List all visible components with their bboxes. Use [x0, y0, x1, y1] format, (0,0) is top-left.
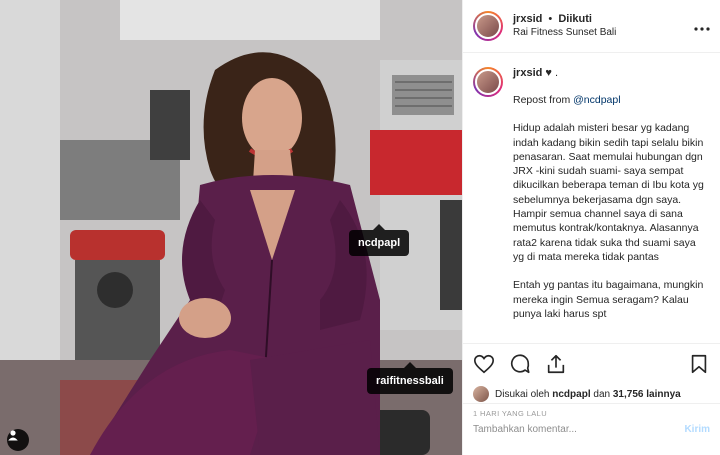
repost-mention-link[interactable]: @ncdpapl [573, 94, 620, 106]
heart-icon[interactable] [473, 353, 495, 375]
caption-paragraph-2: Entah yg pantas itu bagaimana, mungkin m… [513, 279, 704, 320]
post-comment-button[interactable]: Kirim [684, 424, 710, 435]
photo-tag-ncdpapl[interactable]: ncdpapl [349, 224, 410, 256]
bookmark-icon[interactable] [688, 353, 710, 375]
caption-avatar[interactable] [473, 67, 503, 97]
share-icon[interactable] [545, 353, 567, 375]
caption-area: jrxsid ♥ . Repost from @ncdpapl Hidup ad… [463, 53, 720, 343]
likes-summary[interactable]: Disukai oleh ncdpapl dan 31,756 lainnya [463, 383, 720, 405]
author-avatar[interactable] [473, 11, 503, 41]
header-separator: • [548, 12, 553, 25]
more-horizontal-icon [694, 27, 710, 31]
likes-prefix: Disukai oleh [495, 388, 550, 400]
caption-row: jrxsid ♥ . Repost from @ncdpapl Hidup ad… [473, 67, 710, 321]
likes-suffix[interactable]: lainnya [646, 389, 680, 400]
likes-conjunction: dan [593, 388, 611, 400]
comment-form: Kirim [463, 403, 720, 455]
action-bar [463, 343, 720, 383]
likes-count[interactable]: 31,756 [613, 389, 644, 400]
photo-tag-raifitnessbali[interactable]: raifitnessbali [367, 362, 453, 394]
caption-body: jrxsid ♥ . Repost from @ncdpapl Hidup ad… [513, 67, 708, 321]
caption-header: jrxsid ♥ . [513, 67, 708, 79]
user-icon [8, 430, 18, 441]
post-photo[interactable]: ncdpapl raifitnessbali [0, 0, 462, 455]
post-side-panel: jrxsid • Diikuti Rai Fitness Sunset Bali… [462, 0, 720, 455]
tagged-users-button[interactable] [7, 429, 29, 451]
repost-label: Repost from [513, 94, 571, 106]
photo-tag-label: ncdpapl [358, 237, 401, 249]
liker-avatar [473, 386, 489, 402]
follow-status-button[interactable]: Diikuti [558, 13, 592, 25]
author-info: jrxsid • Diikuti Rai Fitness Sunset Bali [513, 13, 694, 39]
post-header: jrxsid • Diikuti Rai Fitness Sunset Bali [463, 0, 720, 53]
author-username[interactable]: jrxsid [513, 13, 542, 25]
caption-username[interactable]: jrxsid [513, 67, 542, 79]
first-liker-link[interactable]: ncdpapl [552, 389, 590, 400]
more-options-icon[interactable] [694, 18, 710, 34]
comment-input[interactable] [473, 424, 677, 435]
repost-line: Repost from @ncdpapl [513, 93, 708, 107]
comment-icon[interactable] [509, 353, 531, 375]
post-location[interactable]: Rai Fitness Sunset Bali [513, 27, 694, 40]
caption-user-suffix: ♥ . [545, 67, 559, 79]
caption-paragraph-1: Hidup adalah misteri besar yg kadang ind… [513, 122, 704, 263]
photo-tag-label: raifitnessbali [376, 375, 444, 387]
